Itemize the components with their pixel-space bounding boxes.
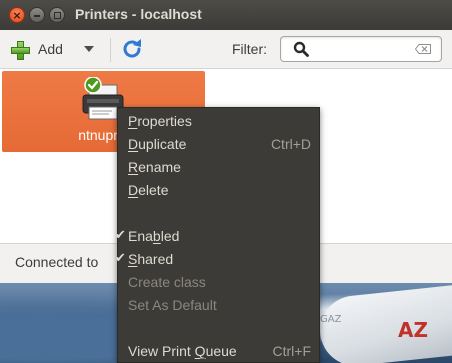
- filter-label: Filter:: [232, 41, 267, 57]
- mnemonic-char: S: [128, 251, 138, 267]
- menu-item-create-class: Create class: [118, 270, 319, 293]
- menu-item-delete[interactable]: Delete: [118, 178, 319, 201]
- window-title: Printers - localhost: [75, 6, 202, 22]
- filter-input[interactable]: [280, 36, 442, 62]
- glider-registration: AZ: [398, 318, 428, 342]
- plus-icon: [10, 40, 30, 60]
- menu-item-label: Rename: [128, 159, 181, 175]
- menu-item-label: View Print Queue: [128, 343, 237, 359]
- status-text: Connected to: [15, 254, 99, 270]
- menu-item-label: Properties: [128, 113, 192, 129]
- minimize-window-button[interactable]: [29, 7, 45, 23]
- mnemonic-char: D: [128, 182, 139, 198]
- toolbar: Add Filter:: [0, 30, 452, 69]
- menu-item-shared[interactable]: ✔ Shared: [115, 247, 319, 270]
- mnemonic-char: D: [128, 136, 139, 152]
- add-button[interactable]: Add: [6, 34, 102, 64]
- maximize-window-button[interactable]: [49, 7, 65, 23]
- search-icon: [293, 41, 309, 57]
- mnemonic-char: R: [128, 159, 139, 175]
- menu-item-set-as-default: Set As Default: [118, 293, 319, 316]
- menu-item-label: Shared: [128, 251, 174, 267]
- glider-tail-text: GAZ: [320, 314, 342, 325]
- mnemonic-char: Q: [194, 343, 206, 359]
- menu-item-properties[interactable]: Properties: [118, 109, 319, 132]
- menu-item-rename[interactable]: Rename: [118, 155, 319, 178]
- mnemonic-char: b: [152, 228, 161, 244]
- menu-item-enabled[interactable]: ✔ Enabled: [115, 224, 319, 247]
- refresh-icon[interactable]: [120, 37, 144, 61]
- menu-item-view-print-queue[interactable]: View Print Queue Ctrl+F: [118, 339, 319, 362]
- close-window-button[interactable]: ×: [9, 7, 25, 23]
- clear-icon[interactable]: [415, 44, 431, 54]
- menu-item-label: Enabled: [128, 228, 180, 244]
- menu-item-label: Create class: [128, 274, 206, 290]
- toolbar-separator: [110, 38, 111, 62]
- menu-item-shortcut: Ctrl+F: [272, 343, 312, 359]
- menu-item-label: Set As Default: [128, 297, 217, 313]
- menu-item-shortcut: Ctrl+D: [270, 136, 311, 152]
- menu-item-label: Duplicate: [128, 136, 187, 152]
- checkmark-icon: ✔: [115, 250, 126, 265]
- checkmark-icon: ✔: [115, 227, 126, 242]
- title-bar: × Printers - localhost: [0, 0, 452, 30]
- menu-item-duplicate[interactable]: Duplicate Ctrl+D: [118, 132, 319, 155]
- chevron-down-icon[interactable]: [84, 46, 94, 52]
- menu-item-label: Delete: [128, 182, 169, 198]
- mnemonic-char: P: [128, 113, 138, 129]
- context-menu: Properties Duplicate Ctrl+D Rename Delet…: [115, 107, 320, 363]
- add-label: Add: [38, 41, 63, 57]
